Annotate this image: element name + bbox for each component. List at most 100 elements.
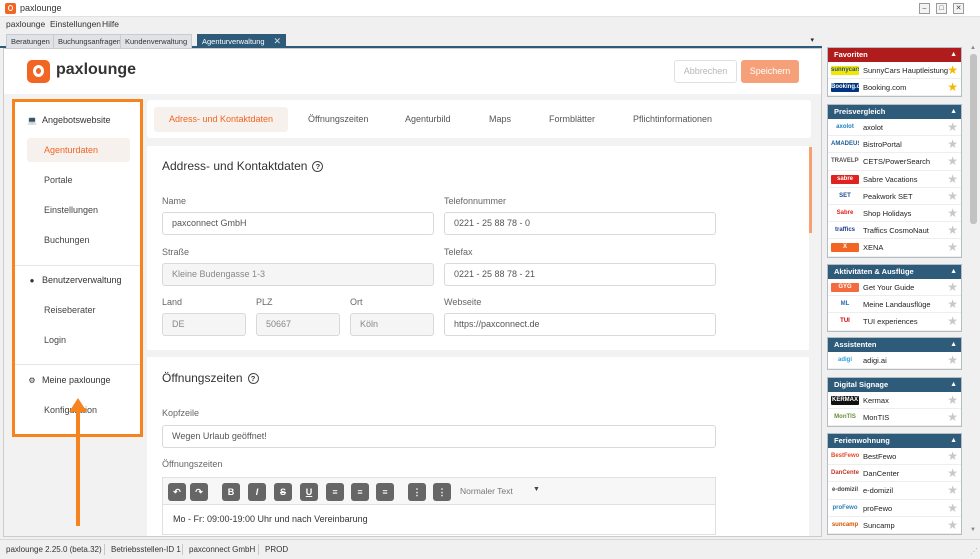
cancel-button[interactable]: Abbrechen <box>674 60 737 83</box>
street-field[interactable]: Kleine Budengasse 1-3 <box>162 263 434 286</box>
sidebar-item-buchungen[interactable]: Buchungen <box>27 228 130 252</box>
panel-scrollbar[interactable]: ▲ ▼ <box>967 44 980 537</box>
favorite-star-icon[interactable]: ★ <box>947 190 958 202</box>
panel-item[interactable]: AMADEUS BistroPortal ★ <box>828 136 961 154</box>
panel-section-header[interactable]: Aktivitäten & Ausflüge ▲ <box>828 265 961 279</box>
sidebar-item-login[interactable]: Login <box>27 328 130 352</box>
fax-field[interactable]: 0221 - 25 88 78 - 21 <box>444 263 716 286</box>
favorite-star-icon[interactable]: ★ <box>947 241 958 253</box>
underline-icon[interactable]: U <box>300 483 318 501</box>
italic-icon[interactable]: I <box>248 483 266 501</box>
favorite-star-icon[interactable]: ★ <box>947 411 958 423</box>
panel-item[interactable]: axolot axolot ★ <box>828 119 961 137</box>
name-field[interactable]: paxconnect GmbH <box>162 212 434 235</box>
panel-item[interactable]: KERMAX Kermax ★ <box>828 392 961 410</box>
panel-item[interactable]: adigi adigi.ai ★ <box>828 352 961 370</box>
panel-section-header[interactable]: Digital Signage ▲ <box>828 378 961 392</box>
tab-formblaetter[interactable]: Formblätter <box>534 107 610 132</box>
panel-item[interactable]: e-domizil e-domizil ★ <box>828 482 961 500</box>
panel-item[interactable]: ML Meine Landausflüge ★ <box>828 296 961 314</box>
doc-tab-buchungsanfragen[interactable]: Buchungsanfragen <box>53 34 126 48</box>
maximize-button[interactable]: □ <box>936 3 947 14</box>
favorite-star-icon[interactable]: ★ <box>947 354 958 366</box>
tab-dropdown-icon[interactable]: ▾ <box>810 36 814 44</box>
favorite-star-icon[interactable]: ★ <box>947 502 958 514</box>
tab-adress-kontaktdaten[interactable]: Adress- und Kontaktdaten <box>154 107 289 132</box>
collapse-icon[interactable]: ▲ <box>950 48 957 62</box>
close-button[interactable]: ✕ <box>953 3 964 14</box>
scroll-down-icon[interactable]: ▼ <box>970 527 976 533</box>
align-center-icon[interactable]: ≡ <box>326 483 344 501</box>
favorite-star-icon[interactable]: ★ <box>947 224 958 236</box>
panel-item[interactable]: sabre Sabre Vacations ★ <box>828 171 961 188</box>
help-icon[interactable]: ? <box>247 373 259 384</box>
favorite-star-icon[interactable]: ★ <box>947 281 958 293</box>
tab-pflichtinformationen[interactable]: Pflichtinformationen <box>618 107 727 132</box>
align-justify-icon[interactable]: ≡ <box>376 483 394 501</box>
panel-item[interactable]: sunnycars SunnyCars Hauptleistung ★ <box>828 62 961 80</box>
menu-hilfe[interactable]: Hilfe <box>102 19 119 29</box>
panel-item[interactable]: suncamp Suncamp ★ <box>828 517 961 534</box>
save-button[interactable]: Speichern <box>741 60 799 83</box>
favorite-star-icon[interactable]: ★ <box>947 484 958 496</box>
align-right-icon[interactable]: ≡ <box>351 483 369 501</box>
panel-section-header[interactable]: Favoriten ▲ <box>828 48 961 62</box>
caret-down-icon[interactable]: ▼ <box>533 486 540 493</box>
opening-hours-editor[interactable]: Mo - Fr: 09:00-19:00 Uhr und nach Verein… <box>162 505 716 535</box>
menu-einstellungen[interactable]: Einstellungen <box>50 19 101 29</box>
close-tab-icon[interactable]: ✕ <box>274 36 282 46</box>
resize-grip-icon[interactable]: ⋰ <box>970 547 978 556</box>
format-select[interactable]: Normaler Text <box>460 486 513 496</box>
tab-maps[interactable]: Maps <box>474 107 526 132</box>
doc-tab-kundenverwaltung[interactable]: Kundenverwaltung <box>120 34 193 48</box>
bullet-list-icon[interactable]: ⋮ <box>433 483 451 501</box>
menu-paxlounge[interactable]: paxlounge <box>6 19 45 29</box>
favorite-star-icon[interactable]: ★ <box>947 121 958 133</box>
favorite-star-icon[interactable]: ★ <box>947 155 958 167</box>
scroll-thumb[interactable] <box>970 54 977 224</box>
favorite-star-icon[interactable]: ★ <box>947 64 958 76</box>
panel-item[interactable]: Sabre Shop Holidays ★ <box>828 205 961 223</box>
sidebar-item-reiseberater[interactable]: Reiseberater <box>27 298 130 322</box>
panel-item[interactable]: Booking.com Booking.com ★ <box>828 79 961 97</box>
favorite-star-icon[interactable]: ★ <box>947 315 958 327</box>
collapse-icon[interactable]: ▲ <box>950 105 957 119</box>
header-line-field[interactable]: Wegen Urlaub geöffnet! <box>162 425 716 448</box>
scroll-up-icon[interactable]: ▲ <box>970 45 976 51</box>
undo-icon[interactable]: ↶ <box>168 483 186 501</box>
collapse-icon[interactable]: ▲ <box>950 378 957 392</box>
panel-item[interactable]: traffics Traffics CosmoNaut ★ <box>828 222 961 240</box>
panel-item[interactable]: BestFewo BestFewo ★ <box>828 448 961 466</box>
favorite-star-icon[interactable]: ★ <box>947 467 958 479</box>
favorite-star-icon[interactable]: ★ <box>947 394 958 406</box>
panel-item[interactable]: MonTIS MonTIS ★ <box>828 409 961 427</box>
sidebar-item-einstellungen[interactable]: Einstellungen <box>27 198 130 222</box>
sidebar-item-portale[interactable]: Portale <box>27 168 130 192</box>
panel-item[interactable]: SET Peakwork SET ★ <box>828 188 961 205</box>
phone-field[interactable]: 0221 - 25 88 78 - 0 <box>444 212 716 235</box>
doc-tab-agenturverwaltung[interactable]: Agenturverwaltung ✕ <box>197 34 287 48</box>
minimize-button[interactable]: – <box>919 3 930 14</box>
panel-section-header[interactable]: Ferienwohnung ▲ <box>828 434 961 448</box>
favorite-star-icon[interactable]: ★ <box>947 519 958 531</box>
collapse-icon[interactable]: ▲ <box>950 338 957 352</box>
collapse-icon[interactable]: ▲ <box>950 434 957 448</box>
strikethrough-icon[interactable]: S <box>274 483 292 501</box>
doc-tab-beratungen[interactable]: Beratungen <box>6 34 55 48</box>
ordered-list-icon[interactable]: ⋮ <box>408 483 426 501</box>
bold-icon[interactable]: B <box>222 483 240 501</box>
panel-item[interactable]: GYG Get Your Guide ★ <box>828 279 961 297</box>
website-field[interactable]: https://paxconnect.de <box>444 313 716 336</box>
favorite-star-icon[interactable]: ★ <box>947 173 958 185</box>
favorite-star-icon[interactable]: ★ <box>947 207 958 219</box>
panel-item[interactable]: TRAVELPORT CETS/PowerSearch ★ <box>828 153 961 171</box>
redo-icon[interactable]: ↷ <box>190 483 208 501</box>
panel-item[interactable]: proFewo proFewo ★ <box>828 500 961 517</box>
panel-item[interactable]: DanCenter DanCenter ★ <box>828 465 961 483</box>
favorite-star-icon[interactable]: ★ <box>947 450 958 462</box>
collapse-icon[interactable]: ▲ <box>950 265 957 279</box>
favorite-star-icon[interactable]: ★ <box>947 138 958 150</box>
panel-item[interactable]: X XENA ★ <box>828 239 961 257</box>
panel-section-header[interactable]: Preisvergleich ▲ <box>828 105 961 119</box>
favorite-star-icon[interactable]: ★ <box>947 81 958 93</box>
